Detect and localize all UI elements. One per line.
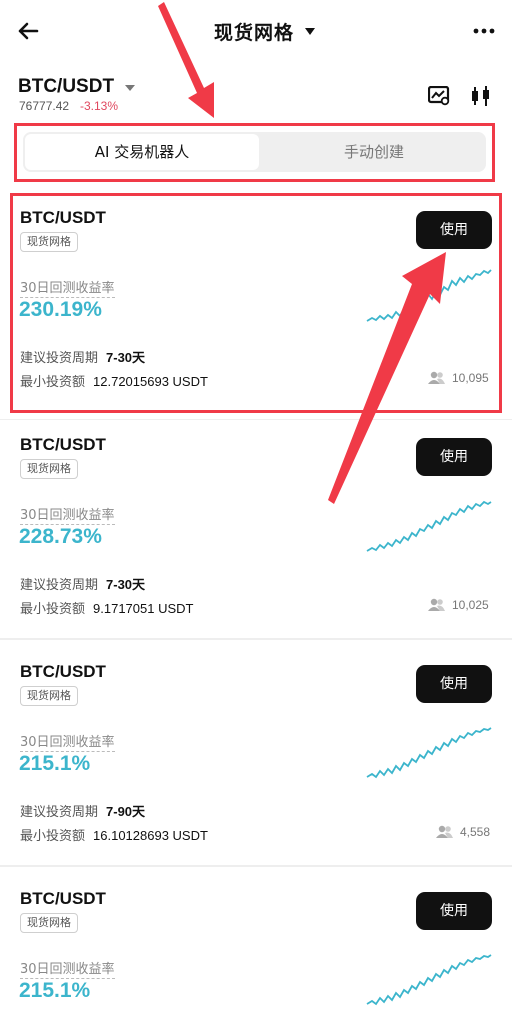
min-invest-value: 9.1717051 USDT (93, 601, 194, 616)
arrow-left-icon[interactable] (16, 19, 40, 43)
user-count-value: 4,558 (460, 825, 491, 839)
divider (0, 638, 512, 640)
users-icon (428, 598, 445, 611)
return-label: 30日回测收益率 (20, 958, 115, 979)
min-invest-value: 12.72015693 USDT (93, 374, 208, 389)
min-invest-row: 最小投资额 9.1717051 USDT (20, 598, 193, 617)
bot-card[interactable]: BTC/USDT 现货网格 使用 30日回测收益率 215.1% 建议投资周期 7… (0, 647, 512, 873)
users-icon (436, 825, 453, 838)
sparkline (366, 954, 492, 1006)
user-count-value: 10,095 (452, 371, 489, 385)
chevron-down-icon[interactable] (305, 28, 315, 35)
bot-card[interactable]: BTC/USDT 现货网格 使用 30日回测收益率 215.1% (0, 874, 512, 1034)
users-icon (428, 371, 445, 384)
min-invest-label: 最小投资额 (20, 829, 86, 844)
sparkline (366, 727, 492, 779)
use-button[interactable]: 使用 (416, 892, 492, 930)
use-button[interactable]: 使用 (416, 665, 492, 703)
min-invest-row: 最小投资额 16.10128693 USDT (20, 825, 208, 844)
chevron-down-icon[interactable] (125, 85, 135, 91)
sparkline (366, 269, 492, 322)
divider (0, 865, 512, 867)
card-pair: BTC/USDT (20, 662, 106, 681)
period-row: 建议投资周期 7-90天 (20, 801, 145, 820)
use-button[interactable]: 使用 (416, 211, 492, 249)
return-value: 228.73% (19, 525, 102, 548)
return-label: 30日回测收益率 (20, 731, 115, 752)
period-value: 7-30天 (106, 350, 146, 365)
strategy-tag: 现货网格 (20, 232, 78, 252)
user-count: 4,558 (436, 825, 490, 839)
creation-mode-tabs-highlight: AI 交易机器人 手动创建 (14, 123, 495, 182)
use-button[interactable]: 使用 (416, 438, 492, 476)
return-label: 30日回测收益率 (20, 277, 115, 298)
period-row: 建议投资周期 7-30天 (20, 347, 145, 366)
period-row: 建议投资周期 7-30天 (20, 574, 145, 593)
return-value: 215.1% (19, 752, 91, 775)
top-bar: 现货网格 (0, 0, 512, 66)
user-count-value: 10,025 (452, 598, 489, 612)
min-invest-label: 最小投资额 (20, 375, 86, 390)
bot-card[interactable]: BTC/USDT 现货网格 使用 30日回测收益率 230.19% 建议投资周期… (0, 193, 512, 419)
period-label: 建议投资周期 (20, 351, 99, 366)
min-invest-value: 16.10128693 USDT (93, 828, 208, 843)
strategy-tag: 现货网格 (20, 913, 78, 933)
sparkline (366, 500, 492, 552)
return-value: 215.1% (19, 979, 91, 1002)
chart-icon[interactable] (428, 86, 450, 106)
period-value: 7-30天 (106, 577, 146, 592)
card-pair: BTC/USDT (20, 208, 106, 227)
user-count: 10,095 (428, 371, 489, 385)
card-pair: BTC/USDT (20, 435, 106, 454)
pair-selector[interactable]: BTC/USDT (18, 76, 114, 98)
strategy-tag: 现货网格 (20, 459, 78, 479)
return-label: 30日回测收益率 (20, 504, 115, 525)
more-horizontal-icon[interactable] (473, 26, 495, 36)
period-value: 7-90天 (106, 804, 146, 819)
candlestick-icon[interactable] (470, 85, 492, 107)
return-value: 230.19% (19, 298, 102, 321)
tab-ai-bot[interactable]: AI 交易机器人 (25, 134, 259, 170)
creation-mode-tabs: AI 交易机器人 手动创建 (23, 132, 486, 172)
strategy-tag: 现货网格 (20, 686, 78, 706)
min-invest-label: 最小投资额 (20, 602, 86, 617)
period-label: 建议投资周期 (20, 805, 99, 820)
period-label: 建议投资周期 (20, 578, 99, 593)
card-pair: BTC/USDT (20, 889, 106, 908)
min-invest-row: 最小投资额 12.72015693 USDT (20, 371, 208, 390)
user-count: 10,025 (428, 598, 489, 612)
page-title[interactable]: 现货网格 (214, 18, 294, 45)
bot-card[interactable]: BTC/USDT 现货网格 使用 30日回测收益率 228.73% 建议投资周期… (0, 420, 512, 646)
price-change: -3.13% (80, 99, 119, 113)
last-price: 76777.42 (19, 99, 70, 113)
tab-manual[interactable]: 手动创建 (263, 132, 485, 172)
